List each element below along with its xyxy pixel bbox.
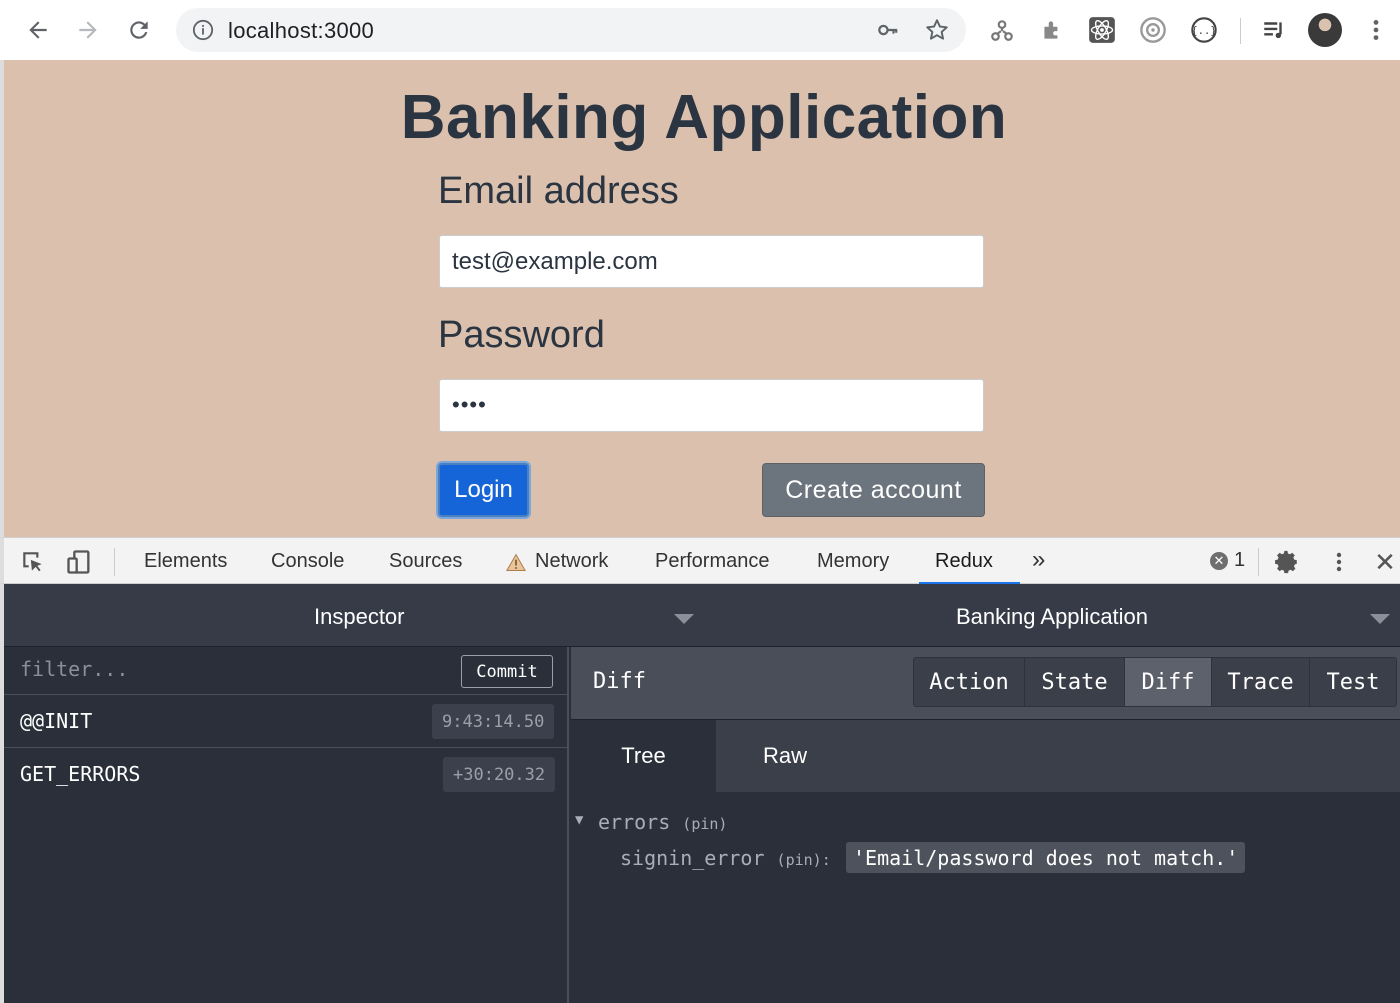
instance-dropdown-icon[interactable]: [1370, 614, 1390, 624]
url-text[interactable]: localhost:3000: [228, 18, 374, 44]
page-title: Banking Application: [400, 83, 1008, 152]
devtools-divider: [114, 548, 115, 576]
tab-action[interactable]: Action: [913, 657, 1025, 707]
address-bar[interactable]: localhost:3000: [176, 8, 966, 52]
more-tabs-chevron-icon[interactable]: »: [1032, 546, 1045, 574]
extension-graph-icon[interactable]: [986, 14, 1018, 46]
tree-key: signin_error: [620, 846, 765, 870]
reload-icon: [130, 21, 148, 39]
browser-menu-icon[interactable]: [1360, 14, 1392, 46]
media-playlist-icon[interactable]: [1258, 14, 1290, 46]
action-row[interactable]: GET_ERRORS +30:20.32: [4, 747, 569, 800]
email-field[interactable]: test@example.com: [439, 235, 984, 288]
inspect-element-icon[interactable]: [18, 547, 48, 577]
tab-redux[interactable]: Redux: [935, 550, 993, 573]
tab-raw[interactable]: Raw: [716, 720, 854, 792]
password-label: Password: [438, 314, 605, 356]
tab-performance[interactable]: Performance: [655, 550, 770, 573]
inspector-toolbar: Diff Action State Diff Trace Test: [571, 647, 1400, 720]
browser-toolbar: localhost:3000 {..}: [0, 0, 1400, 60]
toolbar-divider: [1240, 18, 1241, 44]
react-devtools-icon[interactable]: [1086, 14, 1118, 46]
action-row[interactable]: @@INIT 9:43:14.50: [4, 694, 569, 747]
create-account-button[interactable]: Create account: [762, 463, 985, 517]
redux-header: Inspector Banking Application: [4, 584, 1400, 647]
error-counter[interactable]: ✕ 1: [1210, 549, 1245, 572]
inspector-pane: Diff Action State Diff Trace Test Tree R…: [571, 647, 1400, 1003]
tab-sources[interactable]: Sources: [389, 550, 462, 573]
pin-link[interactable]: (pin):: [777, 851, 831, 869]
tree-node[interactable]: errors (pin): [598, 810, 727, 834]
devtools-tabbar: Elements Console Sources Network Perform…: [0, 537, 1400, 585]
warning-icon: [504, 548, 528, 578]
password-field[interactable]: ••••: [439, 379, 984, 432]
commit-button[interactable]: Commit: [461, 655, 553, 688]
action-name: @@INIT: [20, 709, 93, 733]
pin-link[interactable]: (pin): [682, 815, 727, 833]
filter-input[interactable]: filter...: [20, 657, 128, 681]
json-viewer-icon[interactable]: {..}: [1188, 14, 1220, 46]
app-page: Banking Application Email address test@e…: [0, 60, 1400, 537]
bookmark-star-icon[interactable]: [924, 17, 950, 48]
login-button[interactable]: Login: [438, 463, 529, 517]
action-time: 9:43:14.50: [432, 704, 555, 739]
profile-avatar[interactable]: [1308, 13, 1342, 47]
email-label: Email address: [438, 170, 679, 212]
tab-tree[interactable]: Tree: [571, 720, 716, 792]
svg-text:{..}: {..}: [1191, 25, 1216, 37]
tab-trace[interactable]: Trace: [1211, 657, 1310, 707]
tab-elements[interactable]: Elements: [144, 550, 227, 573]
tree-value: 'Email/password does not match.': [846, 842, 1246, 873]
tab-console[interactable]: Console: [271, 550, 344, 573]
redux-devtools-icon[interactable]: [1137, 14, 1169, 46]
site-info-icon[interactable]: [192, 19, 214, 46]
tab-memory[interactable]: Memory: [817, 550, 889, 573]
action-name: GET_ERRORS: [20, 762, 141, 786]
error-count: 1: [1234, 549, 1246, 571]
close-devtools-icon[interactable]: ✕: [1370, 547, 1400, 577]
expand-arrow-icon[interactable]: ▼: [575, 812, 583, 828]
tab-network[interactable]: Network: [535, 550, 608, 573]
tab-state[interactable]: State: [1024, 657, 1125, 707]
back-button[interactable]: [20, 12, 56, 48]
key-icon[interactable]: [876, 19, 900, 46]
settings-gear-icon[interactable]: [1272, 547, 1302, 577]
instance-select[interactable]: Banking Application: [956, 604, 1148, 630]
devtools-menu-icon[interactable]: [1324, 547, 1354, 577]
tree-node: signin_error (pin):: [620, 846, 831, 870]
extension-puzzle-icon[interactable]: [1036, 14, 1068, 46]
forward-arrow-icon: [79, 21, 97, 39]
back-arrow-icon: [29, 21, 47, 39]
action-time: +30:20.32: [443, 757, 556, 792]
devtools-divider: [1258, 548, 1259, 576]
tree-key: errors: [598, 810, 671, 834]
redux-devtools-panel: Inspector Banking Application filter... …: [0, 584, 1400, 1003]
error-icon: ✕: [1210, 551, 1228, 570]
forward-button[interactable]: [70, 12, 106, 48]
diff-subtabs: Tree Raw: [571, 720, 1400, 792]
tab-test[interactable]: Test: [1309, 657, 1397, 707]
monitor-select[interactable]: Inspector: [314, 604, 405, 630]
action-list-pane: filter... Commit @@INIT 9:43:14.50 GET_E…: [4, 647, 569, 1003]
reload-button[interactable]: [121, 12, 157, 48]
device-toolbar-icon[interactable]: [64, 547, 94, 577]
tab-diff[interactable]: Diff: [1124, 657, 1212, 707]
monitor-dropdown-icon[interactable]: [674, 614, 694, 624]
current-view-label: Diff: [593, 669, 646, 694]
